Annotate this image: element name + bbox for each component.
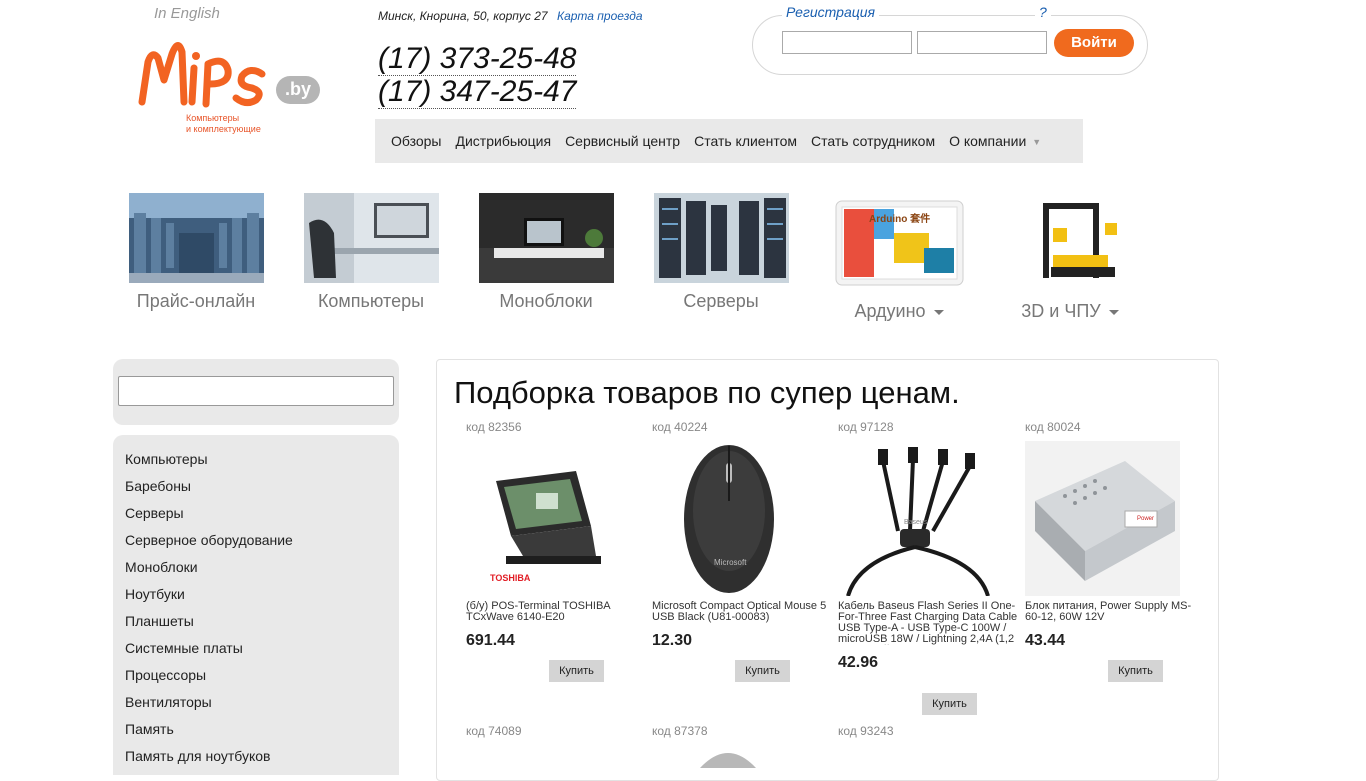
product-code: код 93243 [838, 724, 894, 738]
site-logo[interactable]: .by Компьютеры и комплектующие [138, 34, 328, 144]
category-label: Моноблоки [499, 291, 593, 311]
product-name[interactable]: Кабель Baseus Flash Series II One-For-Th… [838, 601, 1018, 645]
catalog-item-barebones[interactable]: Баребоны [125, 476, 399, 503]
product-code: код 74089 [466, 724, 522, 738]
caret-down-icon [1108, 309, 1119, 315]
arduino-box-label: Arduino 套件 [869, 214, 931, 225]
product-name[interactable]: Блок питания, Power Supply MS-60-12, 60W… [1025, 601, 1205, 623]
category-arduino[interactable]: Arduino 套件 Ардуино [814, 193, 984, 322]
store-address: Минск, Кнорина, 50, корпус 27 [378, 9, 548, 23]
catalog-item-computers[interactable]: Компьютеры [125, 449, 399, 476]
nav-become-employee[interactable]: Стать сотрудником [811, 133, 935, 149]
logo-tagline-line-2: и комплектующие [186, 124, 261, 134]
product-brand: Baseus [904, 519, 928, 526]
nav-reviews[interactable]: Обзоры [391, 133, 442, 149]
nav-become-client[interactable]: Стать клиентом [694, 133, 797, 149]
phone-number-1[interactable]: (17) 373-25-48 [378, 43, 577, 76]
warehouse-image [128, 193, 264, 283]
office-image [303, 193, 439, 283]
login-button[interactable]: Войти [1054, 29, 1134, 57]
chevron-down-icon: ▼ [1032, 137, 1042, 148]
catalog-item-laptops[interactable]: Ноутбуки [125, 584, 399, 611]
product-code: код 82356 [466, 420, 522, 434]
nav-service-center[interactable]: Сервисный центр [565, 133, 680, 149]
product-price: 691.44 [466, 632, 515, 649]
search-input[interactable] [118, 376, 394, 406]
buy-button[interactable]: Купить [735, 660, 790, 682]
product-code: код 40224 [652, 420, 708, 434]
catalog-item-monoblocks[interactable]: Моноблоки [125, 557, 399, 584]
product-image-partial[interactable] [700, 748, 756, 768]
help-link[interactable]: ? [1035, 4, 1051, 20]
buy-button[interactable]: Купить [922, 693, 977, 715]
arduino-kit-image [835, 200, 963, 286]
caret-down-icon [933, 309, 944, 315]
category-computers[interactable]: Компьютеры [286, 193, 456, 312]
product-price: 43.44 [1025, 632, 1066, 649]
password-field[interactable] [917, 31, 1047, 54]
product-card: код 80024 Power Блок питания, Power Supp… [1025, 420, 1205, 650]
map-link[interactable]: Карта проезда [557, 9, 643, 23]
category-label: 3D и ЧПУ [1021, 301, 1101, 321]
catalog-item-laptop-memory[interactable]: Память для ноутбуков [125, 746, 399, 773]
catalog-item-tablets[interactable]: Планшеты [125, 611, 399, 638]
product-price: 42.96 [838, 654, 879, 671]
search-panel [113, 359, 399, 425]
product-card: код 97128 Baseus Кабель Baseus Flash Ser… [838, 420, 1018, 672]
page-title: Подборка товаров по супер ценам. [454, 375, 960, 410]
category-monoblocks[interactable]: Моноблоки [461, 193, 631, 312]
catalog-list: Компьютеры Баребоны Серверы Серверное об… [113, 435, 399, 773]
buy-button[interactable]: Купить [549, 660, 604, 682]
buy-button[interactable]: Купить [1108, 660, 1163, 682]
category-label: Ардуино [854, 301, 926, 321]
logo-tagline-line-1: Компьютеры [186, 113, 240, 123]
catalog-sidebar: Компьютеры Баребоны Серверы Серверное об… [113, 435, 399, 775]
product-card: код 82356 TOSHIBA (б/у) POS-Terminal TOS… [466, 420, 646, 650]
register-link[interactable]: Регистрация [782, 4, 880, 20]
nav-distribution[interactable]: Дистрибьюция [456, 133, 552, 149]
category-label: Прайс-онлайн [136, 291, 256, 311]
logo-graphic [138, 42, 320, 108]
category-label: Серверы [683, 291, 759, 311]
category-label-with-caret: 3D и ЧПУ [985, 301, 1155, 322]
nav-about[interactable]: О компании ▼ [949, 133, 1041, 149]
product-name[interactable]: (б/у) POS-Terminal TOSHIBA TCxWave 6140-… [466, 601, 646, 623]
category-3d-cnc[interactable]: 3D и ЧПУ [985, 193, 1155, 322]
category-label-with-caret: Ардуино [814, 301, 984, 322]
catalog-item-fans[interactable]: Вентиляторы [125, 692, 399, 719]
nav-about-label: О компании [949, 133, 1027, 149]
catalog-item-memory[interactable]: Память [125, 719, 399, 746]
catalog-item-processors[interactable]: Процессоры [125, 665, 399, 692]
phone-number-2[interactable]: (17) 347-25-47 [378, 76, 577, 109]
mouse-image[interactable] [652, 441, 807, 596]
logo-tagline: Компьютеры и комплектующие [186, 113, 261, 135]
3d-printer-image [1042, 203, 1117, 278]
product-price: 12.30 [652, 632, 693, 649]
category-label: Компьютеры [317, 291, 425, 311]
product-code: код 97128 [838, 420, 894, 434]
category-price-online[interactable]: Прайс-онлайн [111, 193, 281, 312]
product-name[interactable]: Microsoft Compact Optical Mouse 5 USB Bl… [652, 601, 832, 623]
product-code: код 80024 [1025, 420, 1081, 434]
catalog-item-servers[interactable]: Серверы [125, 503, 399, 530]
english-link[interactable]: In English [154, 5, 220, 22]
top-nav: Обзоры Дистрибьюция Сервисный центр Стат… [375, 119, 1083, 163]
product-brand: Power [1137, 516, 1155, 522]
category-servers[interactable]: Серверы [636, 193, 806, 312]
monoblock-image [478, 193, 614, 283]
logo-domain: .by [285, 79, 312, 99]
catalog-item-motherboards[interactable]: Системные платы [125, 638, 399, 665]
product-brand: Microsoft [714, 558, 747, 567]
product-card: код 40224 Microsoft Microsoft Compact Op… [652, 420, 832, 650]
catalog-item-server-equipment[interactable]: Серверное оборудование [125, 530, 399, 557]
login-field[interactable] [782, 31, 912, 54]
power-supply-image[interactable] [1025, 441, 1180, 596]
server-room-image [653, 193, 789, 283]
product-brand: TOSHIBA [490, 573, 531, 583]
product-code: код 87378 [652, 724, 708, 738]
